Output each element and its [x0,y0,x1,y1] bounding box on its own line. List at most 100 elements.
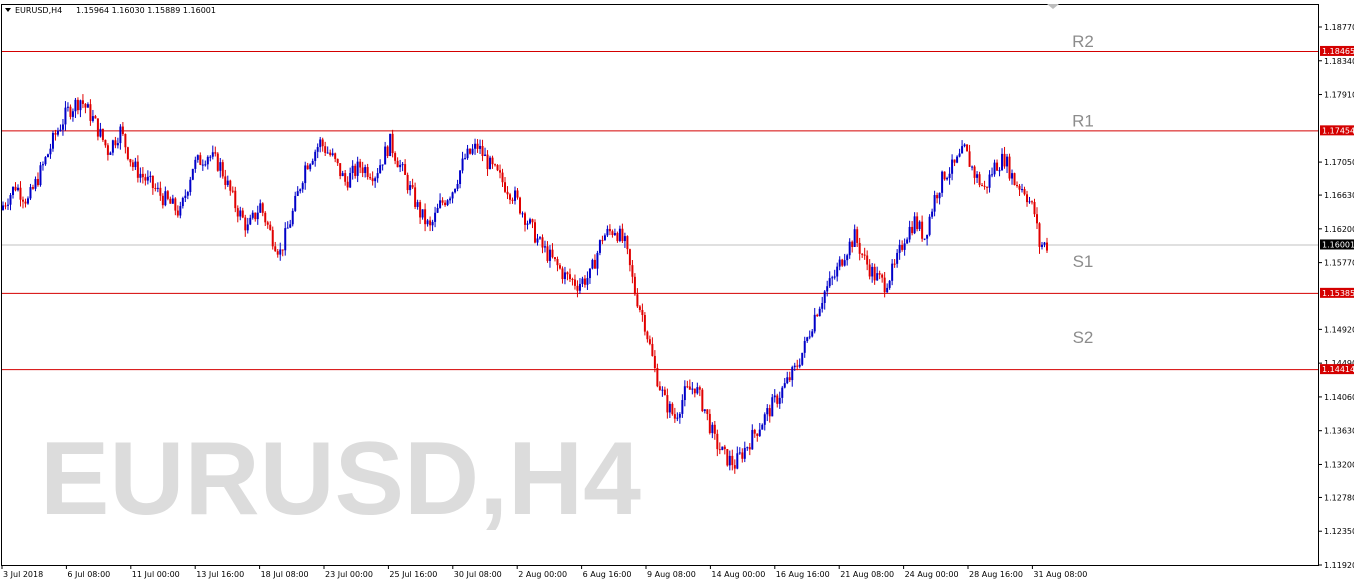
candle-body [658,386,661,391]
candle-body [429,220,432,226]
candle [783,377,786,389]
y-tick-label: 1.17050 [1324,158,1354,167]
candle [354,163,357,179]
candle-body [996,162,999,171]
candle-body [968,151,971,167]
candle [581,276,584,288]
candle [329,149,332,157]
candle-body [199,155,202,165]
candle-body [648,339,651,344]
candle [81,94,84,109]
candle [59,124,62,132]
menu-triangle-icon[interactable] [5,8,11,12]
candle-body [381,164,384,166]
candle-body [833,276,836,278]
candle [181,196,184,209]
candle [316,143,319,159]
y-tick-label: 1.17910 [1324,91,1354,100]
candle-body [628,249,631,266]
candle [541,234,544,254]
candle [756,433,759,442]
candle-body [811,331,814,337]
candle-body [836,266,839,277]
candle-body [234,190,237,209]
candle [459,169,462,189]
candle-body [214,152,217,154]
candle [399,159,402,173]
candle [466,144,469,160]
candle [553,257,556,262]
level-tag-s1: 1.15385 [1322,289,1354,298]
candle [36,172,39,187]
candle-body [151,175,154,188]
candle-body [336,158,339,164]
candle [711,422,714,439]
candle [131,159,134,171]
candle [29,183,32,201]
candle [111,139,114,156]
candle-body [1031,201,1034,203]
candle-body [1018,185,1021,190]
candle [351,160,354,180]
candle [1016,181,1019,188]
candle-body [973,166,976,178]
candle [888,279,891,290]
candle-body [306,165,309,170]
candle-body [761,424,764,430]
price-chart[interactable]: EURUSD,H4 R2 R1 S1 S2 1.18770 1.18340 1.17910… [0,0,1354,588]
candle [583,275,586,288]
candle-body [751,429,754,450]
candle-body [603,235,606,241]
chart-shift-icon[interactable] [1047,4,1059,9]
candle-body [406,174,409,191]
candle-body [104,139,107,146]
candle [601,235,604,245]
candle [1001,148,1004,171]
candle-body [164,191,167,206]
candle-body [921,221,924,239]
candle [139,167,142,183]
current-price-tag: 1.16001 [1322,240,1354,249]
candle [688,379,691,390]
candle-body [66,106,69,108]
candle-body [416,202,419,207]
candle [948,167,951,185]
candle-body [139,173,142,178]
candle [843,253,846,267]
candle-body [681,400,684,414]
candle-body [723,446,726,450]
candle [896,249,899,268]
level-label-s2: S2 [1073,328,1094,347]
candle [588,268,591,284]
candle [1038,222,1041,254]
candle [439,193,442,209]
x-tick-label: 23 Jul 00:00 [325,570,373,579]
candle [241,207,244,219]
candle [89,99,92,126]
candle [703,409,706,414]
candle [636,288,639,308]
candle-body [119,126,122,144]
candle [389,133,392,157]
candle [326,146,329,154]
candle-body [506,191,509,195]
candle [421,209,424,220]
candle [79,99,82,118]
candle-body [543,246,546,248]
candle-body [988,174,991,188]
candle [851,240,854,253]
candle [786,371,789,385]
candle-body [661,389,664,391]
candle [716,429,719,457]
candle-body [711,424,714,434]
x-tick-label: 25 Jul 16:00 [389,570,437,579]
candle [309,163,312,172]
candle-body [641,309,644,316]
candle [831,275,834,286]
candle [936,192,939,204]
candle [521,211,524,218]
candle-body [691,388,694,390]
candle [219,157,222,178]
candle-body [519,197,522,214]
candle-body [898,244,901,253]
